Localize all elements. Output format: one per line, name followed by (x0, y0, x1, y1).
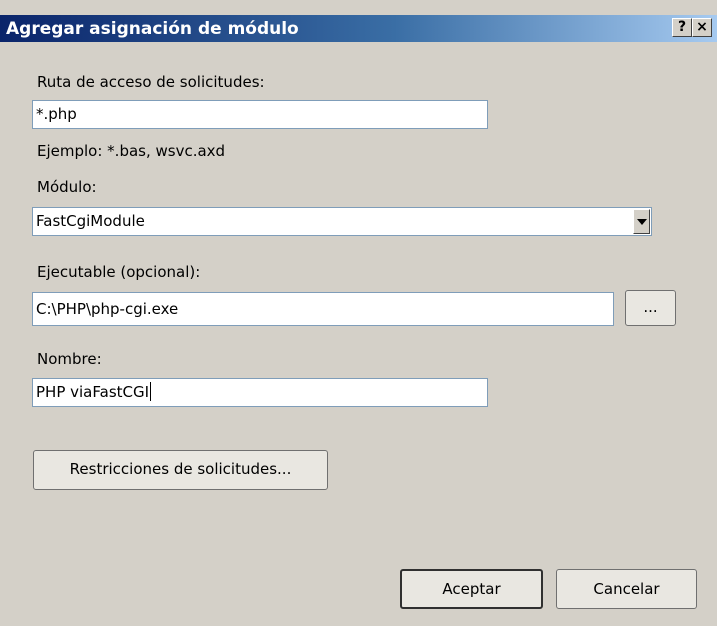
executable-label: Ejecutable (opcional): (37, 263, 201, 281)
name-input[interactable]: PHP viaFastCGI (32, 378, 488, 407)
dropdown-arrow-icon[interactable] (633, 209, 650, 234)
request-path-input[interactable]: *.php (32, 100, 488, 129)
close-button[interactable]: × (692, 18, 712, 37)
name-label: Nombre: (37, 350, 102, 368)
request-restrictions-button[interactable]: Restricciones de solicitudes... (33, 450, 328, 490)
executable-input[interactable]: C:\PHP\php-cgi.exe (32, 292, 614, 326)
module-label: Módulo: (37, 178, 97, 196)
module-selected-value: FastCgiModule (36, 212, 145, 230)
help-button[interactable]: ? (672, 18, 692, 37)
module-select[interactable]: FastCgiModule (32, 207, 652, 236)
name-input-value: PHP viaFastCGI (36, 383, 150, 401)
cancel-button[interactable]: Cancelar (556, 569, 697, 609)
request-path-label: Ruta de acceso de solicitudes: (37, 73, 265, 91)
ok-button[interactable]: Aceptar (400, 569, 543, 609)
add-module-mapping-dialog: Agregar asignación de módulo ? × Ruta de… (0, 0, 717, 626)
dialog-title: Agregar asignación de módulo (6, 19, 299, 39)
browse-button[interactable]: ... (625, 290, 676, 326)
request-path-example: Ejemplo: *.bas, wsvc.axd (37, 142, 226, 160)
title-bar: Agregar asignación de módulo ? × (0, 15, 717, 42)
text-caret (150, 382, 152, 401)
